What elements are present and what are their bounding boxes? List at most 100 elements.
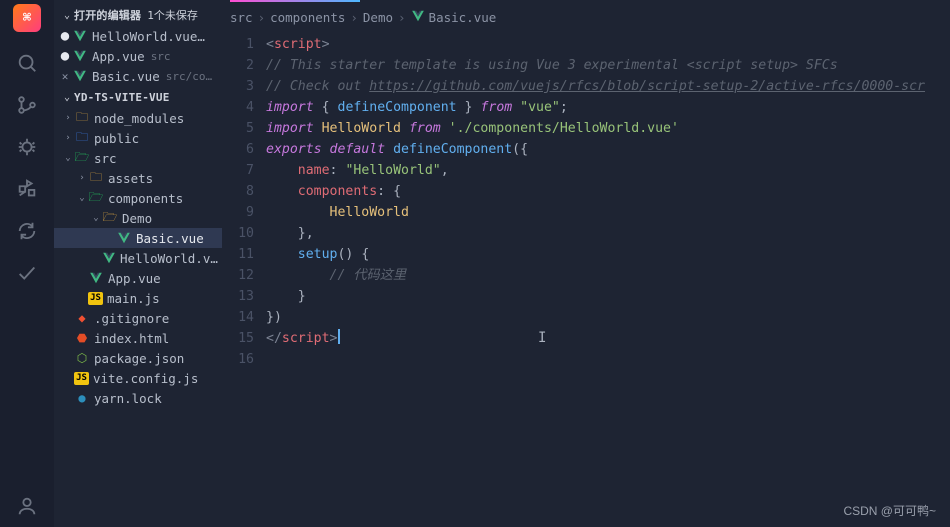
search-icon[interactable]: [0, 42, 54, 84]
project-header[interactable]: ⌄ YD-TS-VITE-VUE: [54, 86, 222, 108]
line-number: 15: [222, 328, 254, 349]
breadcrumb[interactable]: src › components › Demo › Basic.vue: [222, 4, 950, 30]
vue-icon: [411, 9, 425, 26]
line-number: 5: [222, 118, 254, 139]
code-line[interactable]: },: [266, 223, 950, 244]
vue-icon: [72, 28, 88, 44]
html-icon: ⬣: [74, 330, 90, 346]
chevron-right-icon: ›: [398, 10, 406, 25]
code-line[interactable]: import { defineComponent } from "vue";: [266, 97, 950, 118]
code-line[interactable]: // 代码这里: [266, 265, 950, 286]
modified-dot-icon: ●: [58, 28, 72, 44]
breadcrumb-segment[interactable]: components: [270, 10, 345, 25]
tree-file[interactable]: ›⬣index.html: [54, 328, 222, 348]
tree-file[interactable]: ›HelloWorld.vue: [54, 248, 222, 268]
code-line[interactable]: }: [266, 286, 950, 307]
account-icon[interactable]: [0, 485, 54, 527]
breadcrumb-segment[interactable]: Basic.vue: [429, 10, 497, 25]
code-line[interactable]: components: {: [266, 181, 950, 202]
extensions-icon[interactable]: [0, 168, 54, 210]
tree-item-label: vite.config.js: [93, 371, 198, 386]
code-line[interactable]: HelloWorld: [266, 202, 950, 223]
chevron-down-icon: ⌄: [90, 213, 102, 223]
code-line[interactable]: import HelloWorld from './components/Hel…: [266, 118, 950, 139]
editor-item-label: Basic.vue: [92, 69, 160, 84]
tree-file[interactable]: ›JSmain.js: [54, 288, 222, 308]
close-icon[interactable]: ✕: [58, 70, 72, 83]
code-line[interactable]: <script>: [266, 34, 950, 55]
editor-item-label: App.vue: [92, 49, 145, 64]
tree-item-label: main.js: [107, 291, 160, 306]
line-number: 3: [222, 76, 254, 97]
tree-item-label: Demo: [122, 211, 152, 226]
tree-item-label: HelloWorld.vue: [120, 251, 218, 266]
chevron-right-icon: ›: [258, 10, 266, 25]
folder-icon: 🗀: [74, 130, 90, 146]
open-editors-label: 打开的编辑器: [74, 7, 141, 23]
activity-bar: ⌘: [0, 0, 54, 527]
tree-item-label: assets: [108, 171, 153, 186]
chevron-down-icon: ⌄: [60, 10, 74, 21]
js-icon: JS: [88, 292, 103, 305]
code-line[interactable]: // This starter template is using Vue 3 …: [266, 55, 950, 76]
code-body[interactable]: I <script>// This starter template is us…: [266, 34, 950, 370]
tree-folder[interactable]: ›🗀assets: [54, 168, 222, 188]
line-number: 13: [222, 286, 254, 307]
editor-item-meta: src/co…: [166, 70, 212, 83]
line-number: 11: [222, 244, 254, 265]
code-line[interactable]: // Check out https://github.com/vuejs/rf…: [266, 76, 950, 97]
open-editor-item[interactable]: ●HelloWorld.vue…: [54, 26, 222, 46]
chevron-down-icon: ⌄: [76, 193, 88, 203]
tree-folder[interactable]: ›🗀 node_modules: [54, 108, 222, 128]
tree-file[interactable]: ›◆.gitignore: [54, 308, 222, 328]
open-editor-item[interactable]: ✕ Basic.vue src/co…: [54, 66, 222, 86]
source-control-icon[interactable]: [0, 84, 54, 126]
editor-area: src›components›Demo›Basic.vue 1234567891…: [222, 4, 950, 527]
tree-folder[interactable]: ⌄🗁 Demo: [54, 208, 222, 228]
folder-icon: 🗀: [74, 110, 90, 126]
tree-item-label: Basic.vue: [136, 231, 204, 246]
git-icon: ◆: [74, 310, 90, 326]
tree-file[interactable]: ›⬡package.json: [54, 348, 222, 368]
tree-file[interactable]: ›JSvite.config.js: [54, 368, 222, 388]
breadcrumb-segment[interactable]: Demo: [363, 10, 393, 25]
code-line[interactable]: exports default defineComponent({: [266, 139, 950, 160]
open-editors-header[interactable]: ⌄ 打开的编辑器 1个未保存: [54, 4, 222, 26]
line-number: 1: [222, 34, 254, 55]
code-editor[interactable]: 12345678910111213141516 I <script>// Thi…: [222, 30, 950, 370]
tree-item-label: public: [94, 131, 139, 146]
js-icon: JS: [74, 372, 89, 385]
tree-item-label: node_modules: [94, 111, 184, 126]
file-tree: ›🗀 node_modules›🗀 public ⌄🗁src›🗀assets⌄🗁com…: [54, 108, 222, 408]
open-editor-item[interactable]: ●App.vuesrc: [54, 46, 222, 66]
debug-icon[interactable]: [0, 126, 54, 168]
chevron-down-icon: ⌄: [60, 92, 74, 103]
line-number: 6: [222, 139, 254, 160]
tree-file[interactable]: ›●yarn.lock: [54, 388, 222, 408]
chevron-right-icon: ›: [350, 10, 358, 25]
code-line[interactable]: </script>: [266, 328, 950, 349]
tree-file[interactable]: ›Basic.vue: [54, 228, 222, 248]
code-line[interactable]: name: "HelloWorld",: [266, 160, 950, 181]
line-number: 16: [222, 349, 254, 370]
tree-folder[interactable]: ⌄🗁components: [54, 188, 222, 208]
line-number: 9: [222, 202, 254, 223]
chevron-right-icon: ›: [62, 113, 74, 123]
tree-item-label: index.html: [94, 331, 169, 346]
code-line[interactable]: setup() {: [266, 244, 950, 265]
vue-icon: [72, 68, 88, 84]
vue-icon: [88, 270, 104, 286]
code-line[interactable]: }): [266, 307, 950, 328]
sync-icon[interactable]: [0, 210, 54, 252]
check-icon[interactable]: [0, 252, 54, 294]
tree-folder[interactable]: ›🗀public: [54, 128, 222, 148]
folder-open-icon: 🗁: [102, 210, 118, 226]
text-cursor-icon: I: [538, 328, 546, 349]
tree-folder[interactable]: ⌄🗁src: [54, 148, 222, 168]
line-number: 14: [222, 307, 254, 328]
line-number: 12: [222, 265, 254, 286]
breadcrumb-segment[interactable]: src: [230, 10, 253, 25]
tree-file[interactable]: ›App.vue: [54, 268, 222, 288]
json-icon: ⬡: [74, 350, 90, 366]
vue-icon: [72, 48, 88, 64]
